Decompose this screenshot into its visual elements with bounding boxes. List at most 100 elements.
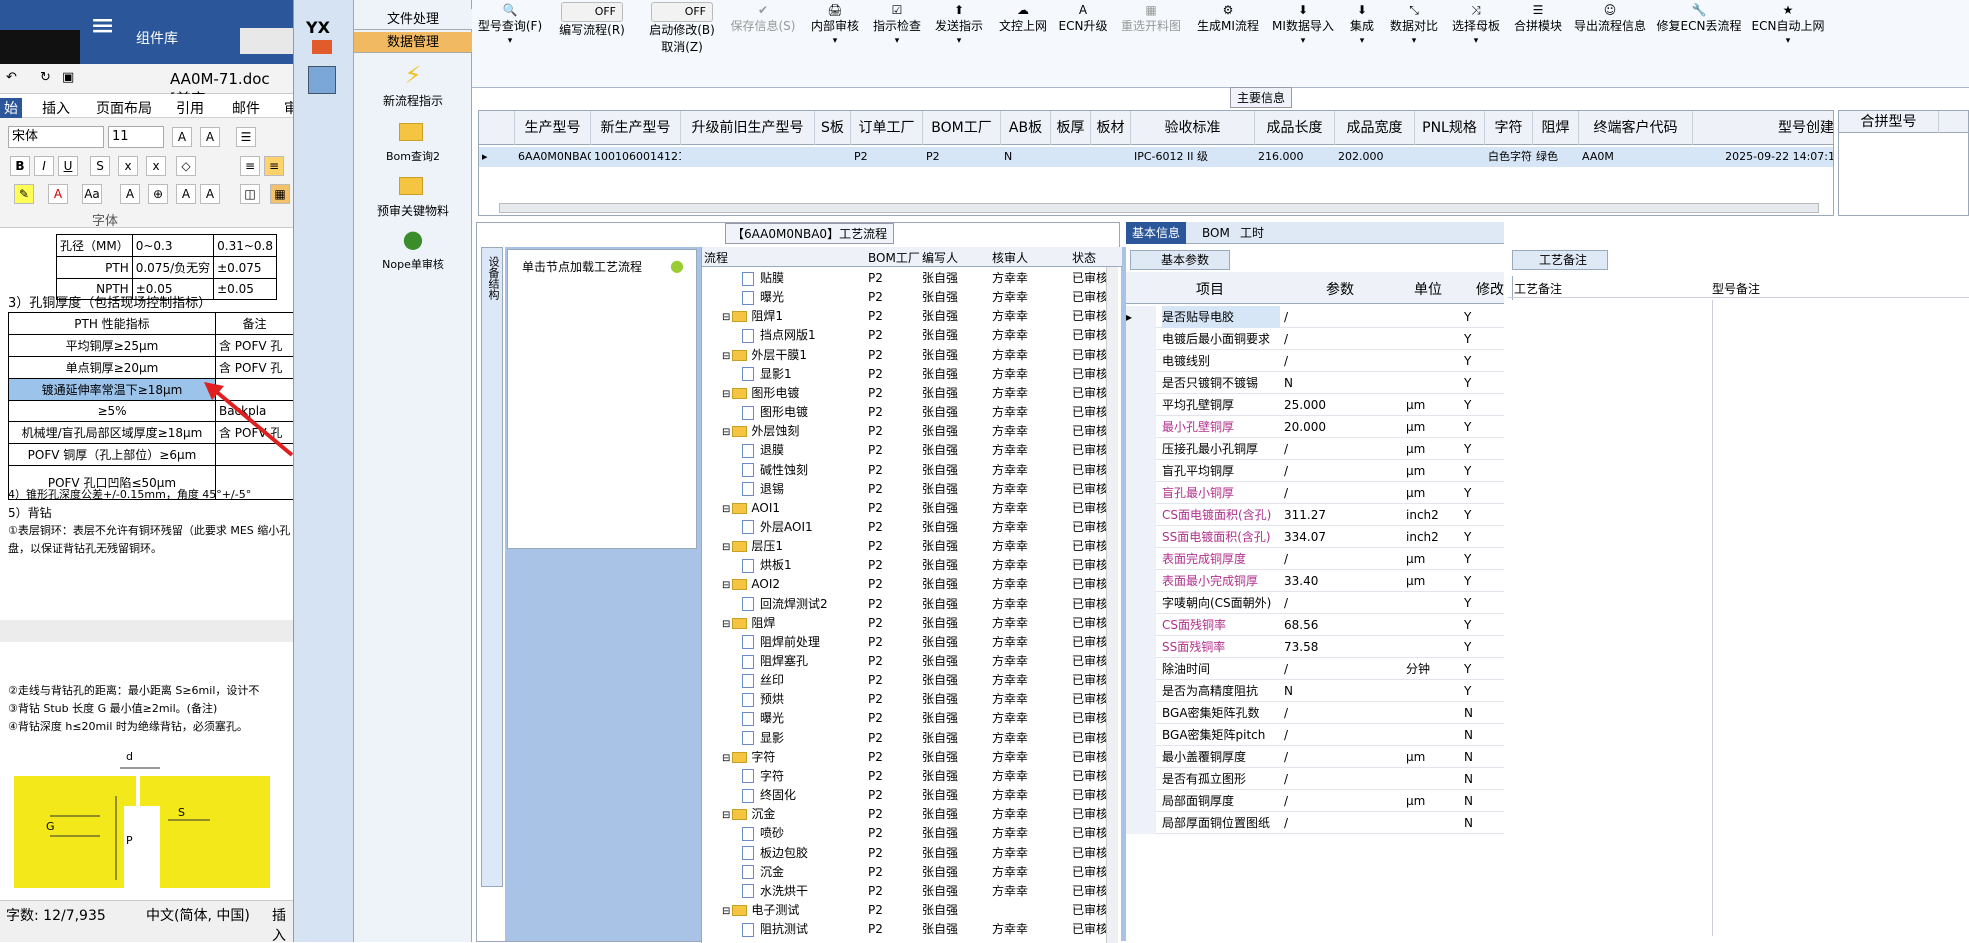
tree-row[interactable]: 终固化 P2 张自强 方幸幸 已审核: [702, 786, 1108, 805]
col-header[interactable]: 修改: [1476, 279, 1504, 299]
tab-basic-info[interactable]: 基本信息: [1126, 222, 1187, 244]
collapse-icon[interactable]: ⊟: [722, 810, 730, 821]
save-icon[interactable]: ▣: [62, 70, 74, 85]
table-row[interactable]: ▸ 6AA0M0NBA0 10010600141219 P2 P2 N IPC-…: [479, 147, 1833, 167]
row-selector[interactable]: [1126, 702, 1156, 724]
tree-row[interactable]: 烘板1 P2 张自强 方幸幸 已审核: [702, 556, 1108, 575]
col-header[interactable]: 核审人: [992, 249, 1028, 266]
collapse-icon[interactable]: ⊟: [722, 504, 730, 515]
collapse-icon[interactable]: ⊟: [722, 542, 730, 553]
param-value[interactable]: /: [1284, 438, 1402, 460]
param-value[interactable]: /: [1284, 790, 1402, 812]
col-header[interactable]: 验收标准: [1131, 111, 1255, 145]
table-cell[interactable]: 10010600141219: [591, 147, 681, 167]
tree-row[interactable]: 喷砂 P2 张自强 方幸幸 已审核: [702, 824, 1108, 843]
row-selector[interactable]: [1126, 482, 1156, 504]
row-selector[interactable]: [1126, 658, 1156, 680]
param-value[interactable]: 25.000: [1284, 394, 1402, 416]
toggle-off[interactable]: OFF: [651, 2, 713, 22]
collapse-icon[interactable]: ⊟: [722, 619, 730, 630]
nav-file-header[interactable]: 文件处理: [354, 9, 472, 30]
load-hint[interactable]: 单击节点加载工艺流程: [522, 258, 642, 275]
table-cell[interactable]: [681, 147, 815, 167]
bold-button[interactable]: B: [10, 156, 30, 176]
param-row[interactable]: 盲孔最小铜厚 / μm Y: [1126, 482, 1504, 504]
param-value[interactable]: /: [1284, 460, 1402, 482]
ecn-auto-publish-button[interactable]: ★ ECN自动上网 ▾: [1748, 2, 1828, 47]
table-cell[interactable]: 6AA0M0NBA0: [515, 147, 591, 167]
row-selector[interactable]: [1126, 416, 1156, 438]
param-value[interactable]: /: [1284, 548, 1402, 570]
param-row[interactable]: 表面完成铜厚度 / μm Y: [1126, 548, 1504, 570]
table-cell[interactable]: IPC-6012 II 级: [1131, 147, 1255, 167]
toggle-off[interactable]: OFF: [561, 2, 623, 22]
table-cell[interactable]: [1415, 147, 1485, 167]
table-cell[interactable]: N: [1001, 147, 1051, 167]
tree-row[interactable]: ⊟ 图形电镀 P2 张自强 方幸幸 已审核: [702, 384, 1108, 403]
font-grow-icon[interactable]: A: [172, 127, 192, 147]
underline-button[interactable]: U: [58, 156, 78, 176]
param-value[interactable]: /: [1284, 306, 1402, 328]
bullets-icon[interactable]: ☰: [236, 127, 256, 147]
align-icon[interactable]: ≡: [240, 156, 260, 176]
tree-row[interactable]: 板边包胶 P2 张自强 方幸幸 已审核: [702, 844, 1108, 863]
tree-row[interactable]: ⊟ 沉金 P2 张自强 方幸幸 已审核: [702, 805, 1108, 824]
row-selector[interactable]: [1126, 812, 1156, 834]
selected-cell[interactable]: 镀通延伸率常温下≥18μm: [8, 378, 216, 401]
enclose-icon[interactable]: ⊕: [148, 184, 168, 204]
row-selector[interactable]: [1126, 372, 1156, 394]
tree-row[interactable]: 阻焊前处理 P2 张自强 方幸幸 已审核: [702, 633, 1108, 652]
superscript-icon[interactable]: x: [146, 156, 166, 176]
merge-module-button[interactable]: ☰ 合拼模块: [1510, 2, 1566, 35]
col-header[interactable]: 板厚: [1051, 111, 1091, 145]
collapse-icon[interactable]: ⊟: [722, 580, 730, 591]
row-selector[interactable]: [1126, 768, 1156, 790]
change-case-icon[interactable]: Aa: [82, 184, 102, 204]
nav-item-new-process[interactable]: ⚡ 新流程指示: [354, 62, 472, 109]
row-selector[interactable]: ▸: [1126, 306, 1156, 328]
param-value[interactable]: N: [1284, 680, 1402, 702]
param-row[interactable]: 电镀线别 / Y: [1126, 350, 1504, 372]
row-selector[interactable]: [1126, 614, 1156, 636]
col-header[interactable]: 新生产型号: [591, 111, 681, 145]
row-selector[interactable]: [1126, 636, 1156, 658]
font-size-select[interactable]: 11: [108, 126, 164, 148]
tab-hours[interactable]: 工时: [1234, 222, 1270, 244]
param-row[interactable]: 压接孔最小孔铜厚 / μm Y: [1126, 438, 1504, 460]
param-value[interactable]: /: [1284, 702, 1402, 724]
calculator-icon[interactable]: [308, 66, 336, 94]
vertical-scrollbar[interactable]: [1106, 267, 1118, 943]
param-row[interactable]: 是否只镀铜不镀锡 N Y: [1126, 372, 1504, 394]
nav-data-header[interactable]: 数据管理: [354, 32, 472, 53]
row-selector[interactable]: [1126, 746, 1156, 768]
param-row[interactable]: 电镀后最小面铜要求 / Y: [1126, 328, 1504, 350]
undo-icon[interactable]: ↶: [6, 70, 17, 85]
tree-row[interactable]: ⊟ 字符 P2 张自强 方幸幸 已审核: [702, 748, 1108, 767]
row-selector[interactable]: [1126, 394, 1156, 416]
table-cell[interactable]: [1051, 147, 1091, 167]
integrate-button[interactable]: ⬇ 集成 ▾: [1342, 2, 1382, 47]
grow-font-icon[interactable]: A: [176, 184, 196, 204]
col-header[interactable]: 状态: [1072, 249, 1096, 266]
param-value[interactable]: /: [1284, 768, 1402, 790]
word-count[interactable]: 字数: 12/7,935: [6, 905, 106, 925]
table-cell[interactable]: 绿色: [1533, 147, 1579, 167]
col-header[interactable]: BOM工厂: [868, 249, 920, 266]
param-value[interactable]: N: [1284, 372, 1402, 394]
ecn-upgrade-button[interactable]: A ECN升级: [1058, 2, 1108, 35]
tab-references[interactable]: 引用: [176, 98, 204, 118]
tree-row[interactable]: 水洗烘干 P2 张自强 方幸幸 已审核: [702, 882, 1108, 901]
param-row[interactable]: 是否有孤立图形 / N: [1126, 768, 1504, 790]
param-row[interactable]: 最小盖覆铜厚度 / μm N: [1126, 746, 1504, 768]
table-cell[interactable]: [1091, 147, 1131, 167]
strike-icon[interactable]: S: [90, 156, 110, 176]
col-header[interactable]: BOM工厂: [923, 111, 1001, 145]
tree-row[interactable]: 碱性蚀刻 P2 张自强 方幸幸 已审核: [702, 461, 1108, 480]
font-color-icon[interactable]: A: [48, 184, 68, 204]
side-tab[interactable]: 设备结构: [481, 247, 503, 887]
tree-row[interactable]: 显影 P2 张自强 方幸幸 已审核: [702, 729, 1108, 748]
row-selector[interactable]: [1126, 724, 1156, 746]
font-case-icon[interactable]: A: [200, 127, 220, 147]
param-row[interactable]: 盲孔平均铜厚 / μm Y: [1126, 460, 1504, 482]
tree-row[interactable]: ⊟ 外层蚀刻 P2 张自强 方幸幸 已审核: [702, 422, 1108, 441]
